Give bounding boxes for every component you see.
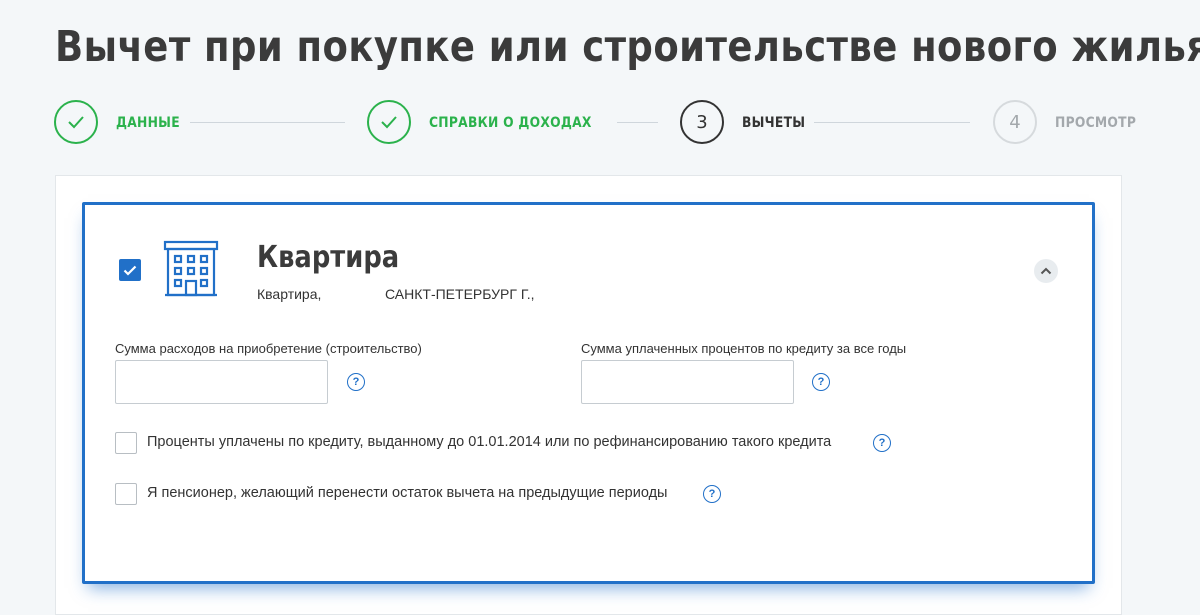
- step-connector: [190, 122, 345, 123]
- refinance-checkbox-label[interactable]: Проценты уплачены по кредиту, выданному …: [147, 434, 831, 450]
- step-4-number: 4: [1009, 111, 1021, 133]
- property-checkbox[interactable]: [119, 259, 141, 281]
- step-4-label[interactable]: ПРОСМОТР: [1055, 115, 1136, 131]
- step-2-circle[interactable]: [367, 100, 411, 144]
- step-3-number: 3: [696, 111, 708, 133]
- help-icon[interactable]: ?: [873, 434, 891, 452]
- step-1-label[interactable]: ДАННЫЕ: [116, 115, 180, 131]
- checkmark-icon: [381, 116, 397, 129]
- help-icon[interactable]: ?: [347, 373, 365, 391]
- help-icon[interactable]: ?: [812, 373, 830, 391]
- property-type: Квартира,: [257, 286, 322, 302]
- step-3-circle[interactable]: 3: [680, 100, 724, 144]
- property-city: САНКТ-ПЕТЕРБУРГ Г.,: [385, 286, 535, 302]
- property-title: Квартира: [257, 240, 400, 275]
- pensioner-checkbox[interactable]: [115, 483, 137, 505]
- step-2-label[interactable]: СПРАВКИ О ДОХОДАХ: [429, 115, 592, 131]
- interest-amount-input[interactable]: [581, 360, 794, 404]
- step-1-circle[interactable]: [54, 100, 98, 144]
- checkmark-icon: [68, 116, 84, 129]
- pensioner-checkbox-label[interactable]: Я пенсионер, желающий перенести остаток …: [147, 485, 667, 501]
- step-4-circle[interactable]: 4: [993, 100, 1037, 144]
- step-connector: [617, 122, 658, 123]
- step-3-label[interactable]: ВЫЧЕТЫ: [742, 115, 805, 131]
- step-connector: [814, 122, 970, 123]
- chevron-up-icon: [1040, 267, 1052, 275]
- refinance-checkbox[interactable]: [115, 432, 137, 454]
- checkmark-icon: [123, 265, 137, 276]
- purchase-amount-label: Сумма расходов на приобретение (строител…: [115, 341, 422, 356]
- building-icon: [163, 240, 219, 297]
- stepper: ДАННЫЕ СПРАВКИ О ДОХОДАХ 3 ВЫЧЕТЫ 4 ПРОС…: [0, 0, 1200, 160]
- collapse-button[interactable]: [1034, 259, 1058, 283]
- interest-amount-label: Сумма уплаченных процентов по кредиту за…: [581, 341, 907, 356]
- purchase-amount-input[interactable]: [115, 360, 328, 404]
- help-icon[interactable]: ?: [703, 485, 721, 503]
